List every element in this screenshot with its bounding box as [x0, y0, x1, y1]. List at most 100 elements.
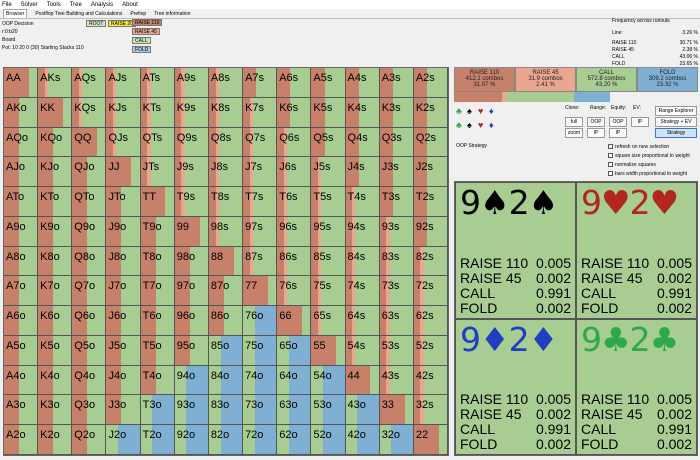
action-raise110[interactable]: RAISE 110 412.1 combos 31.07 % — [454, 67, 515, 92]
hand-cell[interactable]: 53o — [311, 395, 346, 426]
hand-cell[interactable]: 99 — [174, 216, 209, 247]
club-icon[interactable]: ♣ — [456, 120, 462, 130]
hand-cell[interactable]: 65s — [311, 306, 346, 336]
hand-cell[interactable]: AQo — [4, 127, 39, 158]
checkbox-box[interactable] — [608, 144, 613, 149]
tab-browser[interactable]: Browser — [3, 9, 28, 18]
hand-cell[interactable]: Q7o — [72, 276, 107, 307]
hand-cell[interactable]: KK — [38, 97, 73, 128]
tab-tree-info[interactable]: Tree information — [154, 11, 190, 17]
hand-cell[interactable]: 72s — [413, 276, 448, 307]
hand-cell[interactable]: AJs — [106, 68, 141, 98]
hand-cell[interactable]: J5o — [106, 335, 141, 366]
hand-cell[interactable]: A4s — [345, 68, 380, 98]
hand-cell[interactable]: T7o — [140, 276, 175, 307]
hand-cell[interactable]: 62o — [277, 425, 312, 455]
hand-cell[interactable]: 86s — [277, 246, 312, 277]
hand-cell[interactable]: K4s — [345, 97, 380, 128]
hand-cell[interactable]: Q6s — [277, 127, 312, 158]
hand-cell[interactable]: Q2s — [413, 127, 448, 158]
equity-oop-button[interactable]: OOP — [609, 117, 627, 127]
hand-cell[interactable]: 63o — [277, 395, 312, 426]
range-oop-button[interactable]: OOP — [587, 117, 605, 127]
hand-cell[interactable]: A8o — [4, 246, 39, 277]
range-ip-button[interactable]: IP — [587, 128, 605, 138]
hand-cell[interactable]: 53s — [379, 335, 414, 366]
hand-cell[interactable]: A5s — [311, 68, 346, 98]
hand-cell[interactable]: 73s — [379, 276, 414, 307]
hand-cell[interactable]: 64s — [345, 306, 380, 336]
hand-cell[interactable]: J9s — [174, 157, 209, 188]
hand-cell[interactable]: 75s — [311, 276, 346, 307]
hand-cell[interactable]: T5o — [140, 335, 175, 366]
hand-cell[interactable]: 76o — [243, 306, 278, 336]
hand-cell[interactable]: Q4o — [72, 365, 107, 396]
hand-cell[interactable]: 97o — [174, 276, 209, 307]
hand-cell[interactable]: 43o — [345, 395, 380, 426]
hand-cell[interactable]: 93s — [379, 216, 414, 247]
combo-hearts[interactable]: 9♥2♥ RAISE 110 0.005 RAISE 45 0.002 CALL 0.… — [576, 182, 697, 319]
hand-cell[interactable]: J4s — [345, 157, 380, 188]
hand-cell[interactable]: T9s — [174, 187, 209, 217]
hand-cell[interactable]: T6o — [140, 306, 175, 336]
diamond-icon[interactable]: ♦ — [489, 120, 494, 130]
hand-cell[interactable]: JJ — [106, 157, 141, 188]
hand-cell[interactable]: Q2o — [72, 425, 107, 455]
hand-cell[interactable]: A3o — [4, 395, 39, 426]
hand-cell[interactable]: J2o — [106, 425, 141, 455]
hand-cell[interactable]: 72o — [243, 425, 278, 455]
checkbox-box[interactable] — [608, 171, 613, 176]
hand-cell[interactable]: 98o — [174, 246, 209, 277]
hand-cell[interactable]: KQs — [72, 97, 107, 128]
hand-cell[interactable]: T8o — [140, 246, 175, 277]
hand-cell[interactable]: Q9s — [174, 127, 209, 158]
action-fold[interactable]: FOLD 309.2 combos 23.32 % — [637, 67, 698, 92]
hand-cell[interactable]: 75o — [243, 335, 278, 366]
hand-cell[interactable]: K8s — [208, 97, 244, 128]
hand-cell[interactable]: 65o — [277, 335, 312, 366]
hand-cell[interactable]: K3o — [38, 395, 73, 426]
hand-cell[interactable]: T2o — [140, 425, 175, 455]
hand-cell[interactable]: JTs — [140, 157, 175, 188]
hand-cell[interactable]: J7s — [243, 157, 278, 188]
hand-cell[interactable]: A7s — [243, 68, 278, 98]
hand-cell[interactable]: AKs — [38, 68, 73, 98]
hand-cell[interactable]: K2s — [413, 97, 448, 128]
hand-cell[interactable]: T2s — [413, 187, 448, 217]
tree-node-raise110[interactable]: RAISE 110 — [132, 19, 163, 26]
hand-cell[interactable]: Q8o — [72, 246, 107, 277]
hand-cell[interactable]: AJo — [4, 157, 39, 188]
hand-cell[interactable]: 66 — [277, 306, 312, 336]
hand-cell[interactable]: 55 — [311, 335, 346, 366]
menu-file[interactable]: File — [2, 2, 12, 8]
hand-cell[interactable]: A3s — [379, 68, 414, 98]
hand-cell[interactable]: 63s — [379, 306, 414, 336]
hand-cell[interactable]: 98s — [208, 216, 244, 247]
hand-cell[interactable]: 96s — [277, 216, 312, 247]
hand-cell[interactable]: 54o — [311, 365, 346, 396]
hand-cell[interactable]: 95o — [174, 335, 209, 366]
hand-cell[interactable]: 43s — [379, 365, 414, 396]
club-icon[interactable]: ♣ — [456, 106, 462, 116]
hand-cell[interactable]: 62s — [413, 306, 448, 336]
hand-cell[interactable]: J9o — [106, 216, 141, 247]
hand-cell[interactable]: KTs — [140, 97, 175, 128]
hand-cell[interactable]: 87o — [208, 276, 244, 307]
hand-cell[interactable]: A8s — [208, 68, 244, 98]
hand-cell[interactable]: 74o — [243, 365, 278, 396]
hand-cell[interactable]: 97s — [243, 216, 278, 247]
hand-cell[interactable]: 92o — [174, 425, 209, 455]
hand-cell[interactable]: A5o — [4, 335, 39, 366]
hand-cell[interactable]: JTo — [106, 187, 141, 217]
hand-cell[interactable]: 32o — [379, 425, 414, 455]
hand-cell[interactable]: K6s — [277, 97, 312, 128]
spade-icon[interactable]: ♠ — [467, 106, 472, 116]
hand-cell[interactable]: 64o — [277, 365, 312, 396]
hand-cell[interactable]: 33 — [379, 395, 414, 426]
hand-cell[interactable]: KJs — [106, 97, 141, 128]
hand-cell[interactable]: Q3s — [379, 127, 414, 158]
hand-cell[interactable]: J5s — [311, 157, 346, 188]
hand-cell[interactable]: J6o — [106, 306, 141, 336]
menu-analysis[interactable]: Analysis — [91, 2, 113, 8]
tree-node-raise45[interactable]: RAISE 45 — [132, 28, 160, 35]
